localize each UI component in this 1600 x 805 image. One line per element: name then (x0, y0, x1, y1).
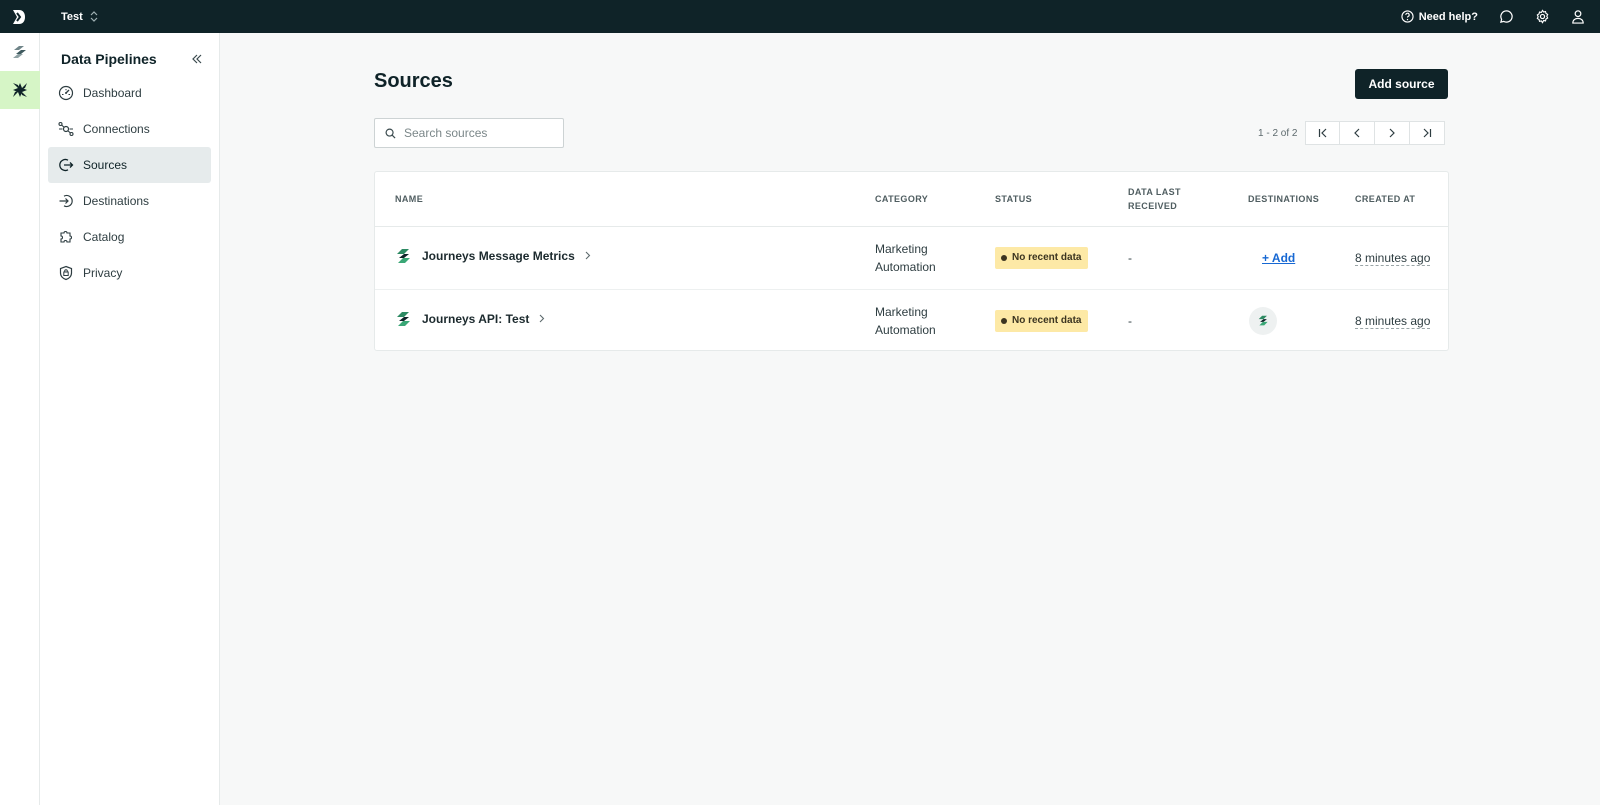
top-bar: Test Need help? (0, 0, 1600, 33)
sidebar-item-connections[interactable]: Connections (48, 111, 211, 147)
prev-page-button[interactable] (1340, 121, 1376, 145)
sidebar-item-label: Sources (83, 158, 128, 172)
column-header-created-at[interactable]: CREATED AT (1355, 172, 1448, 227)
sidebar-item-sources[interactable]: Sources (48, 147, 211, 183)
header-line: DATA LAST (1128, 186, 1181, 197)
column-header-category[interactable]: CATEGORY (875, 172, 995, 227)
source-name-link[interactable]: Journeys Message Metrics (395, 247, 591, 265)
data-last-received: - (1128, 313, 1132, 328)
puzzle-icon (58, 229, 74, 245)
data-last-received: - (1128, 226, 1248, 290)
add-destination-link[interactable]: + Add (1262, 251, 1295, 265)
rail-data-pipelines[interactable] (0, 71, 40, 109)
app-rail (0, 33, 40, 805)
search-icon (385, 128, 396, 139)
shield-icon (58, 265, 74, 281)
sidebar: Data Pipelines Dashboard Connections Sou… (40, 33, 220, 805)
status-badge: No recent data (995, 246, 1089, 269)
workspace-name: Test (61, 10, 83, 23)
connections-icon (58, 121, 74, 137)
source-arrow-icon (58, 157, 74, 173)
source-name-link[interactable]: Journeys API: Test (395, 310, 545, 328)
category-text: Marketing (875, 241, 928, 256)
last-page-button[interactable] (1410, 121, 1446, 145)
main-content: Sources Add source 1 - 2 of 2 NAME CATEG… (220, 33, 1600, 805)
journeys-logo-icon (13, 46, 26, 58)
status-text: No recent data (1012, 314, 1082, 326)
pagination-count: 1 - 2 of 2 (1258, 127, 1298, 139)
workspace-switcher[interactable]: Test (61, 11, 98, 23)
sidebar-item-label: Connections (83, 122, 150, 136)
column-header-status[interactable]: STATUS (995, 172, 1128, 227)
sources-table: NAME CATEGORY STATUS DATA LAST RECEIVED D… (374, 171, 1449, 351)
chevron-right-icon (539, 314, 545, 323)
need-help-label: Need help? (1418, 10, 1478, 23)
journeys-source-icon (397, 248, 410, 263)
data-pipelines-logo-icon (13, 83, 27, 97)
page-title: Sources (374, 70, 453, 92)
sidebar-item-catalog[interactable]: Catalog (48, 219, 211, 255)
created-at: 8 minutes ago (1355, 313, 1431, 329)
source-name: Journeys Message Metrics (422, 248, 575, 263)
sidebar-item-label: Catalog (83, 230, 125, 244)
category-text: Marketing (875, 304, 928, 319)
chevron-up-down-icon (90, 11, 98, 22)
sidebar-item-dashboard[interactable]: Dashboard (48, 75, 211, 111)
chevron-right-icon (1390, 128, 1396, 138)
sidebar-item-privacy[interactable]: Privacy (48, 255, 211, 291)
journeys-source-icon (397, 311, 410, 326)
gauge-icon (58, 85, 74, 101)
search-box[interactable] (374, 118, 564, 148)
status-dot-icon (1001, 254, 1007, 261)
status-text: No recent data (1012, 251, 1082, 263)
sidebar-item-label: Dashboard (83, 86, 142, 100)
add-source-button[interactable]: Add source (1355, 69, 1448, 99)
category-text: Automation (875, 259, 936, 274)
user-icon[interactable] (1570, 9, 1586, 25)
destination-arrow-icon (58, 193, 74, 209)
chevron-left-icon (1354, 128, 1360, 138)
collapse-sidebar-icon[interactable] (189, 51, 205, 67)
category-text: Automation (875, 322, 936, 337)
first-page-icon (1318, 128, 1327, 138)
search-input[interactable] (404, 126, 554, 140)
gear-icon[interactable] (1534, 9, 1550, 25)
sidebar-title: Data Pipelines (61, 51, 157, 67)
chat-bubble-icon[interactable] (1498, 9, 1514, 25)
column-header-destinations[interactable]: DESTINATIONS (1248, 172, 1355, 227)
next-page-button[interactable] (1375, 121, 1411, 145)
last-page-icon (1424, 128, 1432, 138)
question-circle-icon (1401, 10, 1414, 23)
table-row: Journeys API: Test Marketing Automation N… (375, 289, 1448, 352)
sidebar-item-label: Destinations (83, 194, 150, 208)
chevron-right-icon (585, 251, 591, 260)
first-page-button[interactable] (1305, 121, 1341, 145)
created-at: 8 minutes ago (1355, 250, 1431, 266)
destination-avatar[interactable] (1249, 306, 1277, 335)
sidebar-item-label: Privacy (83, 266, 123, 280)
sidebar-item-destinations[interactable]: Destinations (48, 183, 211, 219)
table-row: Journeys Message Metrics Marketing Automa… (375, 226, 1448, 290)
pagination: 1 - 2 of 2 (1258, 121, 1446, 145)
app-logo-icon[interactable] (0, 0, 40, 33)
rail-journeys[interactable] (0, 33, 40, 71)
status-badge: No recent data (995, 309, 1089, 332)
journeys-destination-icon (1258, 315, 1268, 326)
need-help-button[interactable]: Need help? (1401, 10, 1478, 23)
source-name: Journeys API: Test (422, 311, 530, 326)
table-header-row: NAME CATEGORY STATUS DATA LAST RECEIVED D… (375, 172, 1448, 227)
status-dot-icon (1001, 317, 1007, 324)
column-header-name[interactable]: NAME (375, 172, 875, 227)
header-line: RECEIVED (1128, 200, 1178, 211)
column-header-data-last-received[interactable]: DATA LAST RECEIVED (1128, 172, 1248, 227)
